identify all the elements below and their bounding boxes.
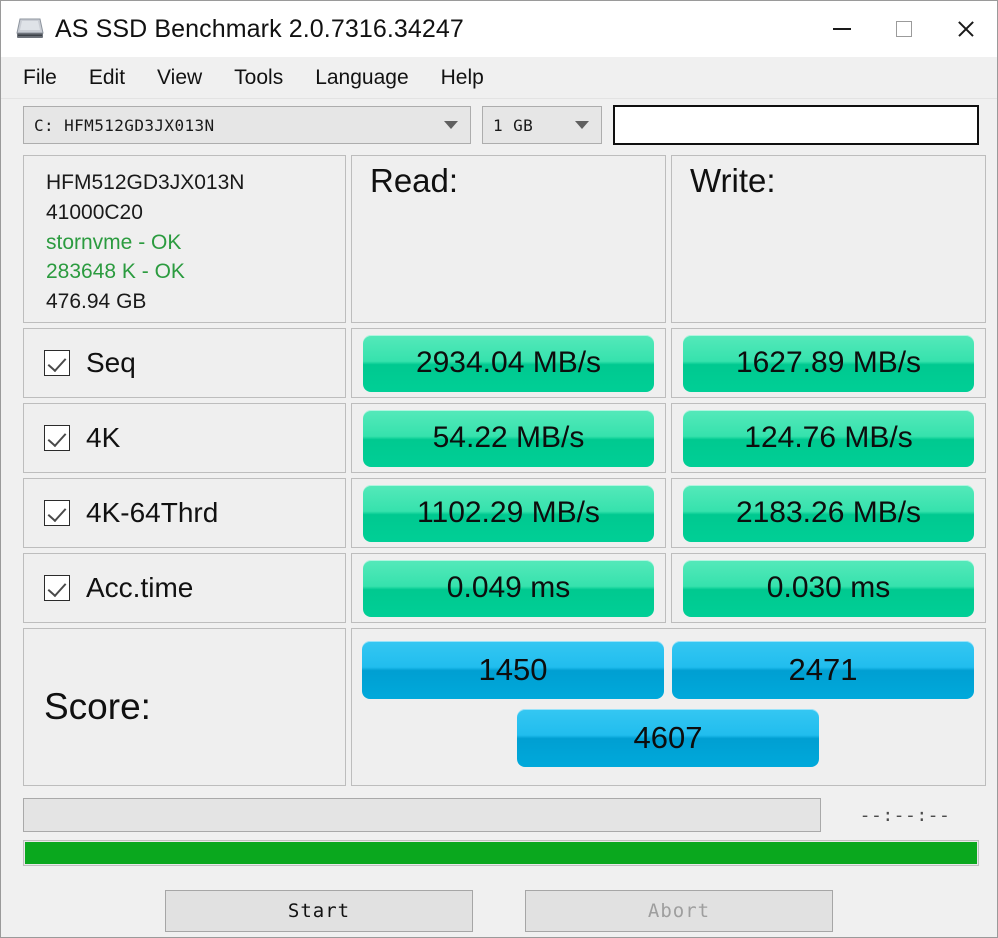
result-value-4k-64thrd-write: 2183.26 MB/s [683, 484, 974, 542]
read-label: Read: [370, 162, 459, 199]
result-value-4k-write: 124.76 MB/s [683, 409, 974, 467]
test-label-4k: 4K [86, 422, 121, 453]
minimize-icon [833, 28, 851, 30]
test-toggle-seq[interactable]: Seq [23, 328, 346, 398]
write-label: Write: [690, 162, 776, 199]
elapsed-timer: --:--:-- [859, 804, 951, 826]
drive-driver: stornvme - OK [46, 230, 182, 254]
result-cell-4k-64thrd-read: 1102.29 MB/s [351, 478, 666, 548]
grid-header-row: HFM512GD3JX013N 41000C20 stornvme - OK 2… [23, 155, 986, 323]
toolbar: C: HFM512GD3JX013N 1 GB [1, 99, 997, 151]
test-label-seq: Seq [86, 347, 136, 378]
drive-select[interactable]: C: HFM512GD3JX013N [23, 106, 471, 144]
menu-item-edit[interactable]: Edit [89, 64, 144, 92]
test-label-4k-64thrd: 4K-64Thrd [86, 497, 219, 528]
test-row-seq: Seq 2934.04 MB/s 1627.89 MB/s [23, 328, 986, 398]
drive-model: HFM512GD3JX013N [46, 171, 245, 194]
result-cell-4k-read: 54.22 MB/s [351, 403, 666, 473]
chevron-down-icon [444, 121, 458, 129]
minimize-button[interactable] [811, 1, 873, 57]
drive-info-panel: HFM512GD3JX013N 41000C20 stornvme - OK 2… [23, 155, 346, 323]
read-column-header: Read: [351, 155, 666, 323]
chevron-down-icon [575, 121, 589, 129]
result-cell-4k-write: 124.76 MB/s [671, 403, 986, 473]
drive-alignment: 283648 K - OK [46, 260, 185, 284]
test-row-4k-64thrd: 4K-64Thrd 1102.29 MB/s 2183.26 MB/s [23, 478, 986, 548]
test-label-acc-time: Acc.time [86, 572, 194, 603]
checkbox-acc-time[interactable] [44, 575, 70, 601]
result-value-4k-read: 54.22 MB/s [363, 409, 654, 467]
drive-capacity: 476.94 GB [46, 290, 147, 314]
result-value-seq-write: 1627.89 MB/s [683, 334, 974, 392]
menu-item-file[interactable]: File [23, 64, 76, 92]
result-value-seq-read: 2934.04 MB/s [363, 334, 654, 392]
result-value-acc-time-write: 0.030 ms [683, 559, 974, 617]
progress-bar [23, 840, 979, 866]
drive-firmware: 41000C20 [46, 200, 143, 224]
result-cell-seq-read: 2934.04 MB/s [351, 328, 666, 398]
test-toggle-4k-64thrd[interactable]: 4K-64Thrd [23, 478, 346, 548]
result-cell-seq-write: 1627.89 MB/s [671, 328, 986, 398]
score-label-cell: Score: [23, 628, 346, 786]
close-button[interactable] [935, 1, 997, 57]
test-toggle-4k[interactable]: 4K [23, 403, 346, 473]
result-value-acc-time-read: 0.049 ms [363, 559, 654, 617]
result-cell-4k-64thrd-write: 2183.26 MB/s [671, 478, 986, 548]
size-select-value: 1 GB [493, 115, 534, 135]
ssd-drive-icon [16, 18, 44, 38]
score-read: 1450 [362, 641, 664, 699]
maximize-icon [896, 21, 912, 37]
result-value-4k-64thrd-read: 1102.29 MB/s [363, 484, 654, 542]
menu-item-tools[interactable]: Tools [234, 64, 302, 92]
result-cell-acc-time-read: 0.049 ms [351, 553, 666, 623]
menu-bar: File Edit View Tools Language Help [1, 57, 997, 99]
benchmark-grid: HFM512GD3JX013N 41000C20 stornvme - OK 2… [23, 155, 986, 786]
progress-bar-fill [25, 842, 977, 864]
abort-button: Abort [525, 890, 833, 932]
checkbox-4k-64thrd[interactable] [44, 500, 70, 526]
menu-item-language[interactable]: Language [315, 64, 427, 92]
test-row-4k: 4K 54.22 MB/s 124.76 MB/s [23, 403, 986, 473]
menu-item-help[interactable]: Help [441, 64, 503, 92]
start-button[interactable]: Start [165, 890, 473, 932]
score-write: 2471 [672, 641, 974, 699]
menu-item-view[interactable]: View [157, 64, 221, 92]
score-values-cell: 1450 2471 4607 [351, 628, 986, 786]
status-message-field [23, 798, 821, 832]
title-bar: AS SSD Benchmark 2.0.7316.34247 [1, 1, 997, 57]
size-select[interactable]: 1 GB [482, 106, 602, 144]
score-label: Score: [44, 686, 151, 727]
test-toggle-acc-time[interactable]: Acc.time [23, 553, 346, 623]
score-total: 4607 [517, 709, 819, 767]
checkbox-seq[interactable] [44, 350, 70, 376]
score-row: Score: 1450 2471 4607 [23, 628, 986, 786]
result-cell-acc-time-write: 0.030 ms [671, 553, 986, 623]
write-column-header: Write: [671, 155, 986, 323]
close-icon [956, 19, 976, 39]
maximize-button[interactable] [873, 1, 935, 57]
status-row: --:--:-- [23, 798, 979, 832]
window-controls [811, 1, 997, 57]
info-text-field[interactable] [613, 105, 979, 145]
action-buttons: Start Abort [1, 890, 997, 932]
as-ssd-benchmark-window: AS SSD Benchmark 2.0.7316.34247 File Edi… [0, 0, 998, 938]
test-row-acc-time: Acc.time 0.049 ms 0.030 ms [23, 553, 986, 623]
drive-select-value: C: HFM512GD3JX013N [34, 115, 215, 135]
window-title: AS SSD Benchmark 2.0.7316.34247 [55, 14, 464, 43]
checkbox-4k[interactable] [44, 425, 70, 451]
